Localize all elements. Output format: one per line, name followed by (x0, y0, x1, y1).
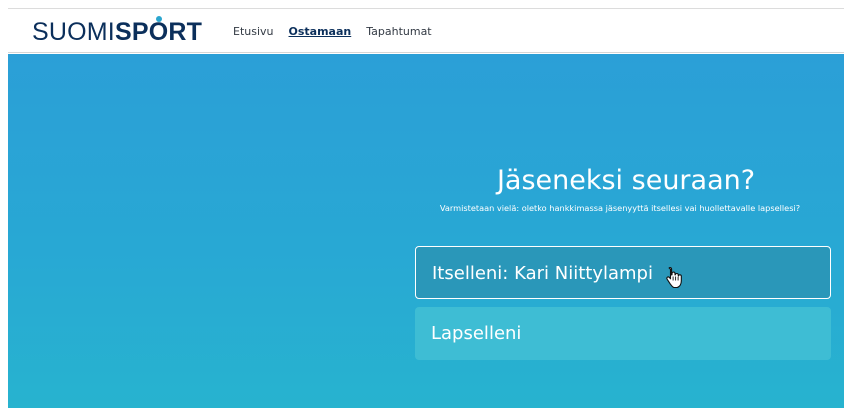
logo-dot (155, 16, 162, 22)
nav-item-etusivu[interactable]: Etusivu (233, 24, 274, 40)
page-subtitle: Varmistetaan vielä: oletko hankkimassa j… (439, 203, 801, 213)
page: SUOMISPO RT Etusivu Ostamaan Tapahtumat J… (0, 0, 844, 408)
page-title: Jäseneksi seuraan? (496, 165, 756, 196)
membership-hero: Jäseneksi seuraan? Varmistetaan vielä: o… (8, 54, 844, 408)
option-self-button[interactable]: Itselleni: Kari Niittylampi (415, 246, 831, 299)
nav-item-ostamaan[interactable]: Ostamaan (289, 24, 352, 40)
hand-pointer-icon (666, 266, 682, 288)
logo-text-bold-pre: SP (114, 18, 149, 46)
main-nav: Etusivu Ostamaan Tapahtumat (233, 24, 432, 40)
nav-item-tapahtumat[interactable]: Tapahtumat (366, 24, 431, 40)
site-header: SUOMISPO RT Etusivu Ostamaan Tapahtumat (8, 9, 844, 53)
suomisport-logo[interactable]: SUOMISPO RT (32, 16, 203, 46)
option-child-button[interactable]: Lapselleni (415, 307, 831, 360)
logo-text-light: SUOMI (32, 18, 115, 46)
logo-text-bold-post: RT (168, 18, 203, 46)
logo-o: O (148, 16, 169, 46)
logo-text-o: O (148, 18, 169, 46)
